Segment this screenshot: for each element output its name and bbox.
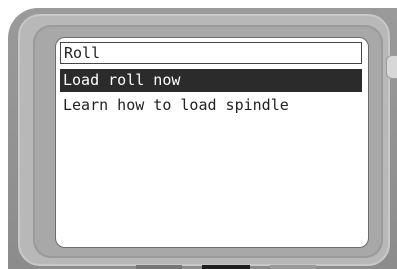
menu-item-load-roll-now[interactable]: Load roll now [60,69,362,92]
menu-title: Roll [60,42,362,64]
bottom-indicator-left [136,265,182,269]
display-screen: Roll Load roll now Learn how to load spi… [55,37,369,248]
menu-item-learn-load-spindle[interactable]: Learn how to load spindle [60,94,362,117]
side-slot [386,55,397,79]
bottom-indicator-right [270,265,316,269]
bottom-indicator-middle [202,265,250,269]
